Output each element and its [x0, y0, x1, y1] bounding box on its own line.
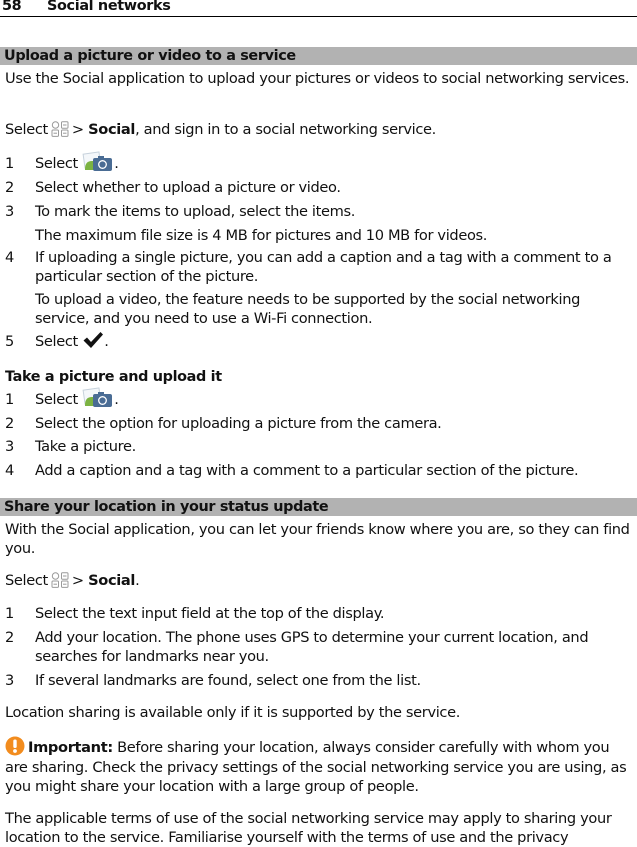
section-heading-upload: Upload a picture or video to a service [0, 47, 637, 65]
select-social-line: Select > Social. [5, 572, 140, 589]
step-note: The maximum file size is 4 MB for pictur… [35, 227, 488, 244]
warning-exclamation-icon [5, 736, 25, 756]
section-intro-upload: Use the Social application to upload you… [5, 70, 630, 87]
running-head: 58 Social networks [0, 0, 637, 17]
chapter-title: Social networks [47, 0, 171, 14]
important-notice: Important: Before sharing your location,… [5, 736, 635, 796]
section-heading-share-location: Share your location in your status updat… [0, 498, 637, 516]
camera-upload-icon [82, 387, 113, 407]
app-menu-grid-icon [51, 572, 69, 588]
app-menu-grid-icon [51, 121, 69, 137]
social-app-name: Social [88, 572, 136, 589]
camera-upload-icon [82, 151, 113, 171]
step-note: To upload a video, the feature needs to … [35, 291, 581, 327]
subsection-heading-take-picture: Take a picture and upload it [5, 369, 222, 385]
social-app-name: Social [88, 121, 136, 138]
important-label: Important: [28, 739, 113, 756]
terms-paragraph: The applicable terms of use of the socia… [5, 810, 612, 846]
section-intro-share-location: With the Social application, you can let… [5, 521, 630, 557]
availability-note: Location sharing is available only if it… [5, 704, 461, 721]
select-social-line: Select > Social, and sign in to a social … [5, 121, 436, 138]
checkmark-icon [83, 332, 104, 348]
page-number: 58 [2, 0, 22, 14]
